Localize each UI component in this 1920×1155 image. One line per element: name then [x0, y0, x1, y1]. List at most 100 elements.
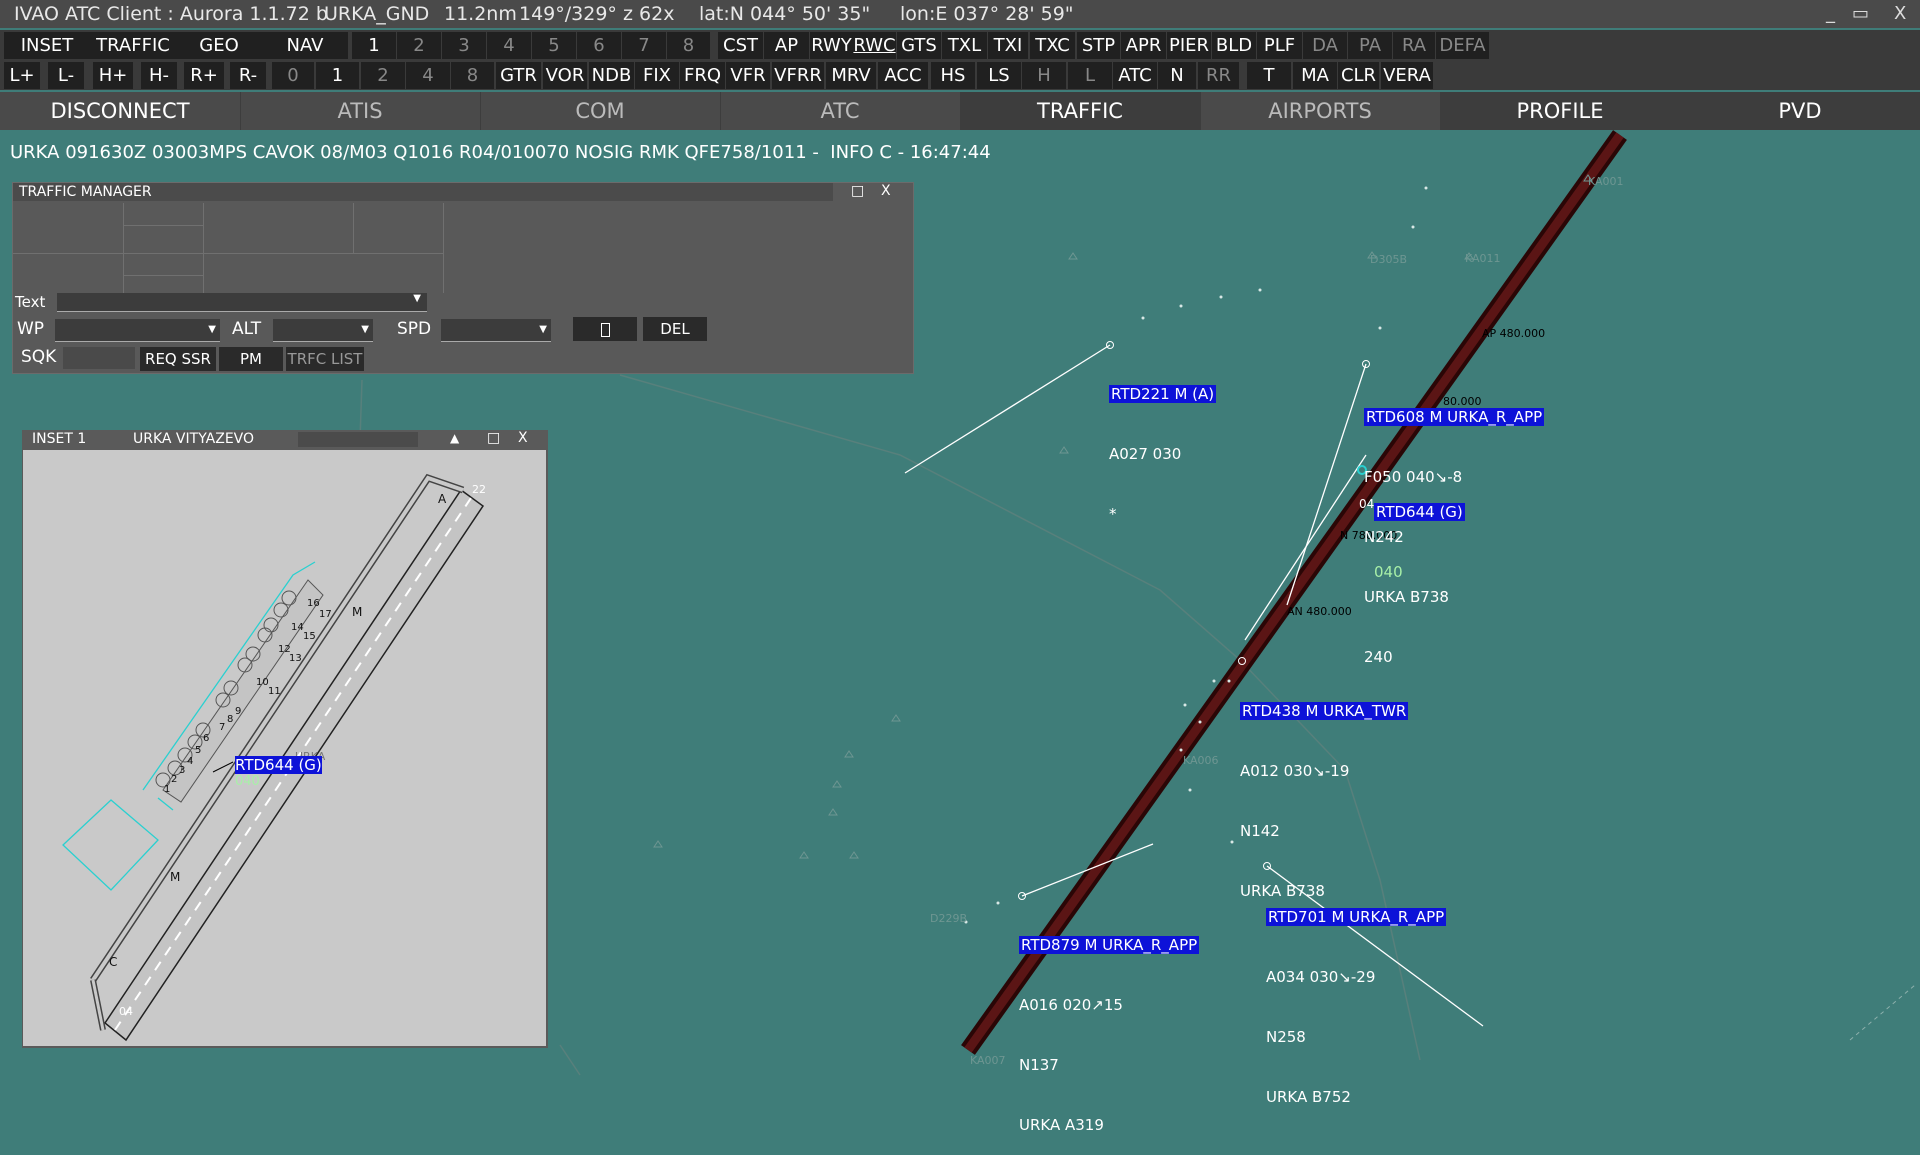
aircraft-tag-rtd221[interactable]: RTD221 M (A) A027 030 * — [1109, 344, 1217, 544]
cst-button[interactable]: CST — [718, 32, 763, 59]
scale-1-button[interactable]: 1 — [316, 62, 359, 89]
text-input[interactable]: ▼ — [57, 293, 427, 312]
pa-button[interactable]: PA — [1348, 32, 1392, 59]
gts-button[interactable]: GTS — [897, 32, 941, 59]
l-button[interactable]: L — [1068, 62, 1112, 89]
txi-button[interactable]: TXI — [988, 32, 1028, 59]
plf-button[interactable]: PLF — [1257, 32, 1302, 59]
ls-button[interactable]: LS — [977, 62, 1021, 89]
apr-button[interactable]: APR — [1121, 32, 1166, 59]
txl-button[interactable]: TXL — [942, 32, 987, 59]
page-7-button[interactable]: 7 — [622, 32, 666, 59]
frq-button[interactable]: FRQ — [680, 62, 725, 89]
geo-button[interactable]: GEO — [176, 32, 262, 59]
vfr-button[interactable]: VFR — [726, 62, 770, 89]
maximize-icon[interactable]: □ — [487, 430, 500, 446]
n-button[interactable]: N — [1158, 62, 1196, 89]
tag-callsign[interactable]: RTD644 (G) — [1374, 503, 1465, 521]
wp-select[interactable]: ▼ — [55, 319, 220, 342]
scale-4-button[interactable]: 4 — [406, 62, 450, 89]
zoom-r-plus-button[interactable]: R+ — [184, 62, 224, 89]
page-6-button[interactable]: 6 — [577, 32, 621, 59]
minimize-button[interactable]: _ — [1826, 0, 1835, 28]
fix-button[interactable]: FIX — [635, 62, 679, 89]
stp-button[interactable]: STP — [1077, 32, 1120, 59]
zoom-h-minus-button[interactable]: H- — [141, 62, 177, 89]
tab-atis[interactable]: ATIS — [240, 92, 481, 130]
aircraft-tag-rtd701[interactable]: RTD701 M URKA_R_APP A034 030↘-29 N258 UR… — [1266, 867, 1447, 1127]
txc-button[interactable]: TXC — [1030, 32, 1075, 59]
page-8-button[interactable]: 8 — [667, 32, 710, 59]
nav-button[interactable]: NAV — [262, 32, 348, 59]
squawk-input[interactable] — [63, 347, 135, 369]
zoom-h-plus-button[interactable]: H+ — [93, 62, 133, 89]
inset-drag-handle[interactable] — [298, 432, 418, 447]
scale-0-button[interactable]: 0 — [272, 62, 314, 89]
chevron-down-icon[interactable]: ▼ — [208, 324, 216, 335]
spd-select[interactable]: ▼ — [441, 319, 551, 342]
acc-button[interactable]: ACC — [878, 62, 928, 89]
t-button[interactable]: T — [1247, 62, 1291, 89]
tag-callsign[interactable]: RTD701 M URKA_R_APP — [1266, 908, 1447, 926]
h-button[interactable]: H — [1022, 62, 1066, 89]
page-3-button[interactable]: 3 — [442, 32, 486, 59]
vfrr-button[interactable]: VFRR — [772, 62, 824, 89]
page-5-button[interactable]: 5 — [532, 32, 576, 59]
tab-com[interactable]: COM — [480, 92, 721, 130]
atc-button[interactable]: ATC — [1113, 62, 1157, 89]
zoom-l-minus-button[interactable]: L- — [48, 62, 84, 89]
chevron-down-icon[interactable]: ▼ — [539, 324, 547, 335]
page-1-button[interactable]: 1 — [352, 32, 396, 59]
defa-button[interactable]: DEFA — [1436, 32, 1489, 59]
close-button[interactable]: X — [1894, 0, 1906, 28]
traffic-manager-drag-handle[interactable] — [713, 183, 833, 201]
aircraft-tag-rtd879[interactable]: RTD879 M URKA_R_APP A016 020↗15 N137 URK… — [1019, 895, 1200, 1155]
tab-traffic[interactable]: TRAFFIC — [960, 92, 1201, 130]
collapse-icon[interactable]: ▲ — [450, 431, 459, 445]
trfc-list-button[interactable]: TRFC LIST — [286, 347, 364, 371]
rr-button[interactable]: RR — [1198, 62, 1239, 89]
direct-to-button[interactable] — [573, 317, 637, 341]
zoom-r-minus-button[interactable]: R- — [230, 62, 266, 89]
maximize-icon[interactable]: □ — [851, 183, 864, 199]
alt-select[interactable]: ▼ — [273, 319, 373, 342]
scale-8-button[interactable]: 8 — [451, 62, 494, 89]
da-button[interactable]: DA — [1303, 32, 1347, 59]
tab-airports[interactable]: AIRPORTS — [1200, 92, 1441, 130]
tag-callsign[interactable]: RTD221 M (A) — [1109, 385, 1217, 403]
del-button[interactable]: DEL — [643, 317, 707, 341]
tab-pvd[interactable]: PVD — [1680, 92, 1920, 130]
inset-button[interactable]: INSET — [4, 32, 90, 59]
page-2-button[interactable]: 2 — [397, 32, 441, 59]
tag-callsign[interactable]: RTD879 M URKA_R_APP — [1019, 936, 1200, 954]
tag-callsign[interactable]: RTD438 M URKA_TWR — [1240, 702, 1409, 720]
chevron-down-icon[interactable]: ▼ — [413, 293, 421, 304]
ra-button[interactable]: RA — [1393, 32, 1435, 59]
zoom-l-plus-button[interactable]: L+ — [4, 62, 40, 89]
tag-callsign[interactable]: RTD644 (G) — [235, 756, 322, 774]
pm-button[interactable]: PM — [219, 347, 283, 371]
tab-profile[interactable]: PROFILE — [1440, 92, 1681, 130]
ma-button[interactable]: MA — [1293, 62, 1337, 89]
tab-disconnect[interactable]: DISCONNECT — [0, 92, 241, 130]
vera-button[interactable]: VERA — [1381, 62, 1433, 89]
vor-button[interactable]: VOR — [543, 62, 587, 89]
restore-button[interactable]: ▭ — [1852, 0, 1869, 28]
inset-aircraft-tag-rtd644[interactable]: RTD644 (G) 040 — [235, 756, 322, 789]
pier-button[interactable]: PIER — [1167, 32, 1211, 59]
rwy-button[interactable]: RWY — [810, 32, 853, 59]
rwc-button[interactable]: RWC — [853, 32, 896, 59]
chevron-down-icon[interactable]: ▼ — [361, 324, 369, 335]
req-ssr-button[interactable]: REQ SSR — [140, 347, 216, 371]
ndb-button[interactable]: NDB — [589, 62, 634, 89]
tab-atc[interactable]: ATC — [720, 92, 961, 130]
inset-airport-map[interactable]: 22 A M 16 17 14 15 12 13 10 11 9 8 7 6 5… — [23, 450, 546, 1046]
gtr-button[interactable]: GTR — [496, 62, 541, 89]
ap-button[interactable]: AP — [764, 32, 809, 59]
hs-button[interactable]: HS — [931, 62, 975, 89]
mrv-button[interactable]: MRV — [826, 62, 876, 89]
bld-button[interactable]: BLD — [1212, 32, 1256, 59]
clr-button[interactable]: CLR — [1338, 62, 1379, 89]
traffic-button[interactable]: TRAFFIC — [90, 32, 176, 59]
close-icon[interactable]: X — [518, 430, 528, 446]
